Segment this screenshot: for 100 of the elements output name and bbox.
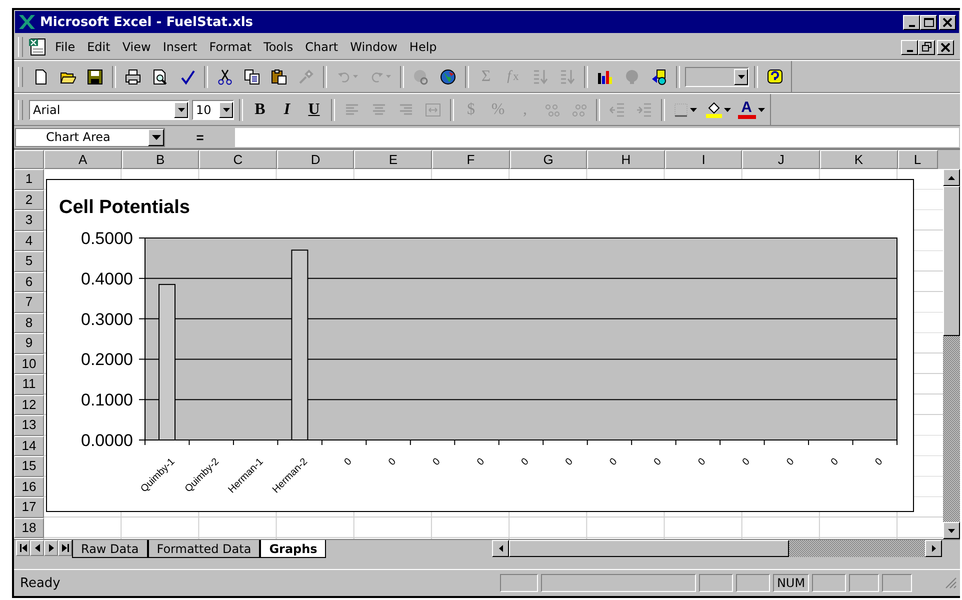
y-axis-label: 0.2000 [81,350,133,370]
restore-icon [922,42,932,52]
row-header[interactable]: 1 [14,169,44,190]
num-lock-indicator: NUM [773,574,809,592]
row-header[interactable]: 5 [14,251,44,272]
caret-icon [758,108,764,112]
row-header[interactable]: 9 [14,333,44,354]
column-header[interactable]: D [276,150,354,169]
caret-icon [690,108,696,112]
row-header[interactable]: 8 [14,312,44,333]
x-axis-label: 0 [475,456,487,468]
previous-sheet-button[interactable] [30,540,44,556]
menu-item[interactable]: Chart [300,38,344,56]
row-header[interactable]: 15 [14,456,44,476]
italic-button[interactable]: I [275,98,299,122]
first-sheet-button[interactable] [16,540,30,556]
caret-icon [352,75,358,78]
minimize-button[interactable] [901,40,918,54]
font-color-button[interactable]: A [736,98,766,122]
font-name-dropdown[interactable]: Arial [29,100,189,120]
scroll-down-button[interactable] [943,522,960,539]
resize-grip-icon[interactable] [945,577,957,589]
scrollbar-thumb[interactable] [509,540,789,557]
window-title: Microsoft Excel - FuelStat.xls [40,14,254,30]
status-pane [812,574,846,592]
column-header[interactable]: A [44,150,122,169]
sheet-tab[interactable]: Raw Data [72,540,148,558]
menu-item[interactable]: Tools [258,38,298,56]
zoom-dropdown[interactable] [685,66,749,86]
menu-item[interactable]: File [50,38,80,56]
scroll-right-button[interactable] [925,540,942,557]
row-header[interactable]: 6 [14,272,44,292]
maximize-button[interactable] [920,14,937,30]
equals-sign: = [195,130,205,144]
row-header[interactable]: 17 [14,497,44,518]
underline-button[interactable]: U [302,98,326,122]
row-header[interactable]: 4 [14,230,44,251]
restore-button[interactable] [918,40,935,54]
y-axis-label: 0.1000 [81,390,133,410]
column-header[interactable]: I [664,150,742,169]
select-all-button[interactable] [14,150,44,169]
row-header[interactable]: 10 [14,354,44,374]
column-header[interactable]: E [354,150,432,169]
caret-icon [152,134,160,140]
column-header[interactable]: B [122,150,200,169]
close-button[interactable] [939,14,956,30]
row-header[interactable]: 18 [14,518,44,538]
menu-item[interactable]: Help [404,38,442,56]
minimize-button[interactable] [903,14,920,30]
name-box[interactable]: Chart Area [15,128,165,146]
column-header[interactable]: K [820,150,898,169]
column-header[interactable]: J [742,150,820,169]
column-header[interactable]: H [587,150,665,169]
x-axis-label: 0 [519,456,532,468]
y-axis-label: 0.5000 [81,229,133,248]
formula-input[interactable] [235,128,959,146]
left-arrow-icon [34,544,40,552]
status-message: Ready [20,576,62,590]
column-header[interactable]: F [432,150,510,169]
scrollbar-thumb[interactable] [943,186,960,336]
row-header[interactable]: 11 [14,374,44,394]
scroll-up-button[interactable] [943,169,960,186]
sheet-tab[interactable]: Formatted Data [148,540,260,558]
row-header[interactable]: 3 [14,210,44,230]
excel-logo-icon [18,14,36,30]
column-header[interactable]: C [199,150,277,169]
row-header[interactable]: 13 [14,415,44,436]
left-arrow-icon [498,545,502,552]
row-header[interactable]: 12 [14,394,44,415]
maximize-icon [924,18,934,26]
menu-item[interactable]: Format [204,38,257,56]
close-icon [943,18,952,26]
menu-item[interactable]: Window [345,38,402,56]
column-header[interactable]: L [898,150,938,169]
undo-icon [336,70,350,82]
row-header[interactable]: 14 [14,436,44,456]
status-pane [736,574,770,592]
row-header[interactable]: 16 [14,476,44,497]
paint-bucket-icon [706,102,722,118]
last-sheet-button[interactable] [58,540,72,556]
menu-item[interactable]: View [117,38,156,56]
row-header[interactable]: 2 [14,190,44,210]
caret-icon [724,108,730,112]
menu-item[interactable]: Insert [158,38,202,56]
menu-item[interactable]: Edit [82,38,116,56]
status-pane [882,574,912,592]
last-arrow-icon [62,544,68,552]
next-sheet-button[interactable] [44,540,58,556]
font-size-dropdown[interactable]: 10 [192,100,234,120]
right-arrow-icon [48,544,54,552]
close-button[interactable] [937,40,954,54]
row-header[interactable]: 7 [14,292,44,312]
workbook-icon[interactable] [28,38,48,56]
bold-button[interactable]: B [248,98,272,122]
column-header[interactable]: G [510,150,588,169]
scroll-left-button[interactable] [492,540,509,557]
sheet-tab[interactable]: Graphs [260,540,326,558]
status-pane [849,574,879,592]
x-axis-label: 0 [342,456,354,468]
x-axis-label: 0 [608,456,620,468]
